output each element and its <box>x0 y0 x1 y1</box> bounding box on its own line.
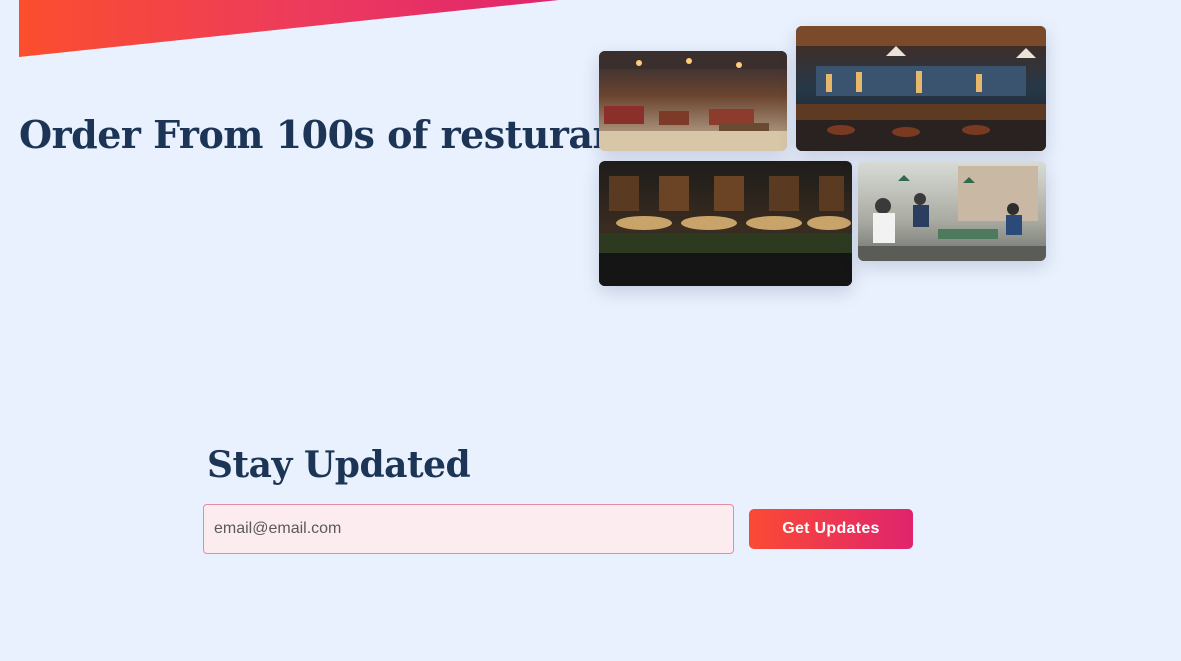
get-updates-button[interactable]: Get Updates <box>749 509 913 549</box>
hero-title: Order From 100s of resturants <box>19 112 658 157</box>
outdoor-terrace-photo <box>599 161 852 286</box>
busy-cafe-photo <box>858 161 1046 261</box>
restaurant-interior-photo <box>599 51 787 151</box>
bar-counter-photo <box>796 26 1046 151</box>
stay-updated-title: Stay Updated <box>207 444 471 486</box>
accent-gradient-shape <box>19 0 559 57</box>
email-input[interactable] <box>203 504 734 554</box>
landing-page: Order From 100s of resturants Stay Updat… <box>0 0 1181 661</box>
